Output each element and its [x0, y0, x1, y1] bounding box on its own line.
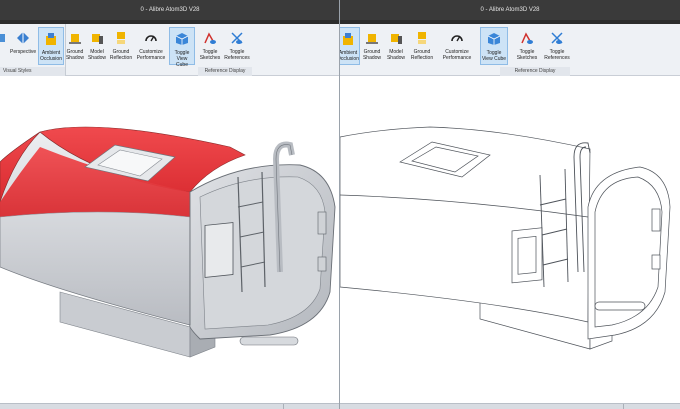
- reference-display-label: Reference Display: [500, 67, 570, 76]
- ground-reflection-icon: [418, 32, 426, 44]
- toggle-references-label: Toggle References: [544, 49, 570, 61]
- reference-display-label: Reference Display: [198, 67, 252, 76]
- left-window: 0 - Alibre Atom3D V28 Perspective Visual…: [0, 0, 340, 409]
- model-shadow-label: Model Shadow: [87, 49, 107, 61]
- customize-performance-label: Customize Performance: [136, 49, 166, 61]
- ground-shadow-icon: [366, 34, 378, 44]
- references-icon: [231, 32, 243, 44]
- toggle-sketches-button[interactable]: Toggle Sketches: [198, 27, 222, 65]
- ground-reflection-label: Ground Reflection: [109, 49, 133, 61]
- status-separator: [283, 404, 284, 409]
- view-cube-icon: [487, 33, 501, 45]
- toggle-references-label: Toggle References: [224, 49, 250, 61]
- model-shadow-button[interactable]: Model Shadow: [86, 27, 108, 65]
- perspective-button[interactable]: Perspective: [10, 27, 36, 65]
- ground-shadow-button[interactable]: Ground Shadow: [65, 27, 85, 65]
- model-shadow-icon: [92, 34, 103, 44]
- ambient-occlusion-button[interactable]: Ambient Occlusion: [38, 27, 64, 65]
- toggle-view-cube-label: Toggle View Cube: [174, 50, 190, 68]
- sketches-icon: [521, 32, 533, 44]
- ambient-occlusion-label: Ambient Occlusion: [340, 50, 359, 62]
- perspective-icon: [17, 32, 29, 44]
- reference-display-group: Ambient Occlusion Ground Shadow Model Sh…: [38, 24, 252, 76]
- ambient-occlusion-label: Ambient Occlusion: [40, 50, 62, 62]
- ground-shadow-icon: [69, 34, 81, 44]
- toggle-references-button[interactable]: Toggle References: [223, 27, 251, 65]
- toggle-view-cube-label: Toggle View Cube: [481, 50, 507, 62]
- right-window: 0 - Alibre Atom3D V28 Ambient Occlusion …: [340, 0, 680, 409]
- ground-reflection-button[interactable]: Ground Reflection: [409, 27, 435, 65]
- ribbon: Ambient Occlusion Ground Shadow Model Sh…: [340, 24, 680, 76]
- sketches-icon: [204, 32, 216, 44]
- view-button[interactable]: [0, 27, 10, 65]
- ambient-occlusion-icon: [343, 33, 353, 45]
- tank-model-wireframe[interactable]: [340, 77, 680, 403]
- split-divider: [339, 0, 340, 409]
- toggle-sketches-label: Toggle Sketches: [516, 49, 538, 61]
- customize-performance-button[interactable]: Customize Performance: [135, 27, 167, 65]
- ambient-occlusion-icon: [46, 33, 56, 45]
- references-icon: [551, 32, 563, 44]
- 3d-viewport-shaded[interactable]: [0, 77, 340, 403]
- ground-shadow-button[interactable]: Ground Shadow: [361, 27, 383, 65]
- customize-performance-icon: [145, 35, 157, 42]
- ground-reflection-label: Ground Reflection: [410, 49, 434, 61]
- tank-model-shaded[interactable]: [0, 77, 340, 403]
- ground-shadow-label: Ground Shadow: [65, 49, 85, 61]
- status-separator: [623, 404, 624, 409]
- toggle-sketches-label: Toggle Sketches: [199, 49, 221, 61]
- ground-shadow-label: Ground Shadow: [362, 49, 382, 61]
- 3d-viewport-wireframe[interactable]: [340, 77, 680, 403]
- customize-performance-icon: [451, 35, 463, 42]
- status-bar: [0, 403, 340, 409]
- toggle-view-cube-button[interactable]: Toggle View Cube: [169, 27, 195, 68]
- toggle-sketches-button[interactable]: Toggle Sketches: [514, 27, 540, 65]
- ribbon: Perspective Visual Styles Ambient Occlus…: [0, 24, 340, 76]
- toggle-view-cube-button[interactable]: Toggle View Cube: [480, 27, 508, 65]
- window-title: 0 - Alibre Atom3D V28: [340, 0, 680, 24]
- customize-performance-button[interactable]: Customize Performance: [440, 27, 474, 65]
- reference-display-group: Ambient Occlusion Ground Shadow Model Sh…: [340, 24, 570, 76]
- model-shadow-icon: [391, 34, 402, 44]
- view-cube-icon: [175, 33, 189, 45]
- ground-reflection-button[interactable]: Ground Reflection: [109, 27, 133, 65]
- toggle-references-button[interactable]: Toggle References: [542, 27, 572, 65]
- status-bar: [340, 403, 680, 409]
- view-icon: [0, 34, 5, 42]
- model-shadow-button[interactable]: Model Shadow: [385, 27, 407, 65]
- ambient-occlusion-button[interactable]: Ambient Occlusion: [340, 27, 360, 65]
- customize-performance-label: Customize Performance: [442, 49, 472, 61]
- ground-reflection-icon: [117, 32, 125, 44]
- window-title: 0 - Alibre Atom3D V28: [0, 0, 340, 24]
- model-shadow-label: Model Shadow: [386, 49, 406, 61]
- perspective-label: Perspective: [10, 49, 37, 55]
